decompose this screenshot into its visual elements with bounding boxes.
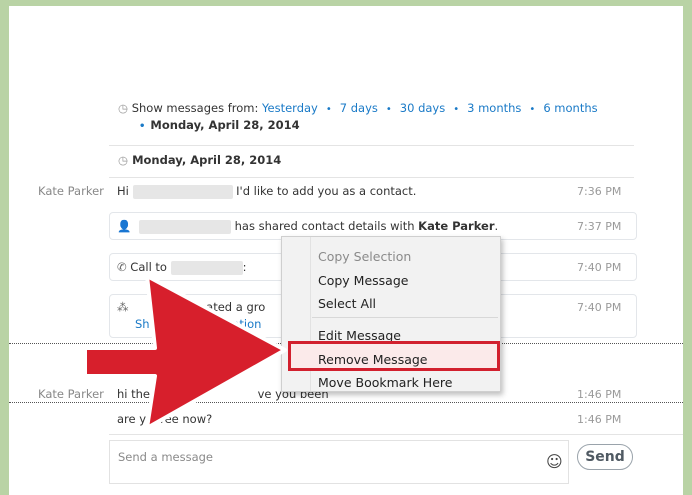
message-text[interactable]: 👤 has shared contact details with Kate P… — [117, 219, 498, 234]
history-prefix: Show messages from: — [131, 101, 259, 115]
history-current-date: Monday, April 28, 2014 — [150, 118, 300, 132]
message-text[interactable]: Hi I'd like to add you as a contact. — [117, 184, 416, 199]
message-time: 1:46 PM — [577, 388, 622, 401]
menu-item-remove-message[interactable]: Remove Message — [318, 352, 428, 367]
smiley-icon[interactable]: ☺ — [546, 453, 564, 471]
menu-item-copy-message[interactable]: Copy Message — [318, 273, 408, 288]
person-icon: 👤 — [117, 219, 132, 233]
message-time: 7:40 PM — [577, 301, 622, 314]
message-time: 1:46 PM — [577, 413, 622, 426]
chat-panel: ◷ Show messages from: Yesterday • 7 days • 3… — [9, 6, 683, 495]
history-option-yesterday[interactable]: Yesterday — [262, 101, 318, 115]
date-header: ◷ Monday, April 28, 2014 — [118, 153, 281, 167]
history-option-7-days[interactable]: 7 days — [340, 101, 378, 115]
send-button[interactable]: Send — [577, 444, 633, 470]
history-option-30-days[interactable]: 30 days — [400, 101, 445, 115]
history-option-3-months[interactable]: 3 months — [467, 101, 521, 115]
menu-item-move-bookmark[interactable]: Move Bookmark Here — [318, 375, 452, 390]
history-option-6-months[interactable]: 6 months — [543, 101, 597, 115]
history-filter: ◷ Show messages from: Yesterday • 7 days • 3… — [118, 101, 598, 115]
message-input-placeholder: Send a message — [118, 450, 214, 464]
message-input[interactable]: Send a message ☺ — [109, 440, 569, 484]
pointer-arrow-icon — [83, 274, 287, 430]
context-menu: Copy Selection Copy Message Select All E… — [281, 236, 501, 392]
message-time: 7:37 PM — [577, 220, 622, 233]
clock-icon: ◷ — [118, 153, 129, 167]
sender-name: Kate Parker — [38, 184, 104, 198]
clock-icon: ◷ — [118, 101, 129, 115]
date-header-label: Monday, April 28, 2014 — [132, 153, 282, 167]
message-time: 7:36 PM — [577, 185, 622, 198]
menu-item-copy-selection[interactable]: Copy Selection — [318, 249, 411, 264]
history-current: • Monday, April 28, 2014 — [139, 118, 300, 132]
menu-item-select-all[interactable]: Select All — [318, 296, 376, 311]
message-time: 7:40 PM — [577, 261, 622, 274]
